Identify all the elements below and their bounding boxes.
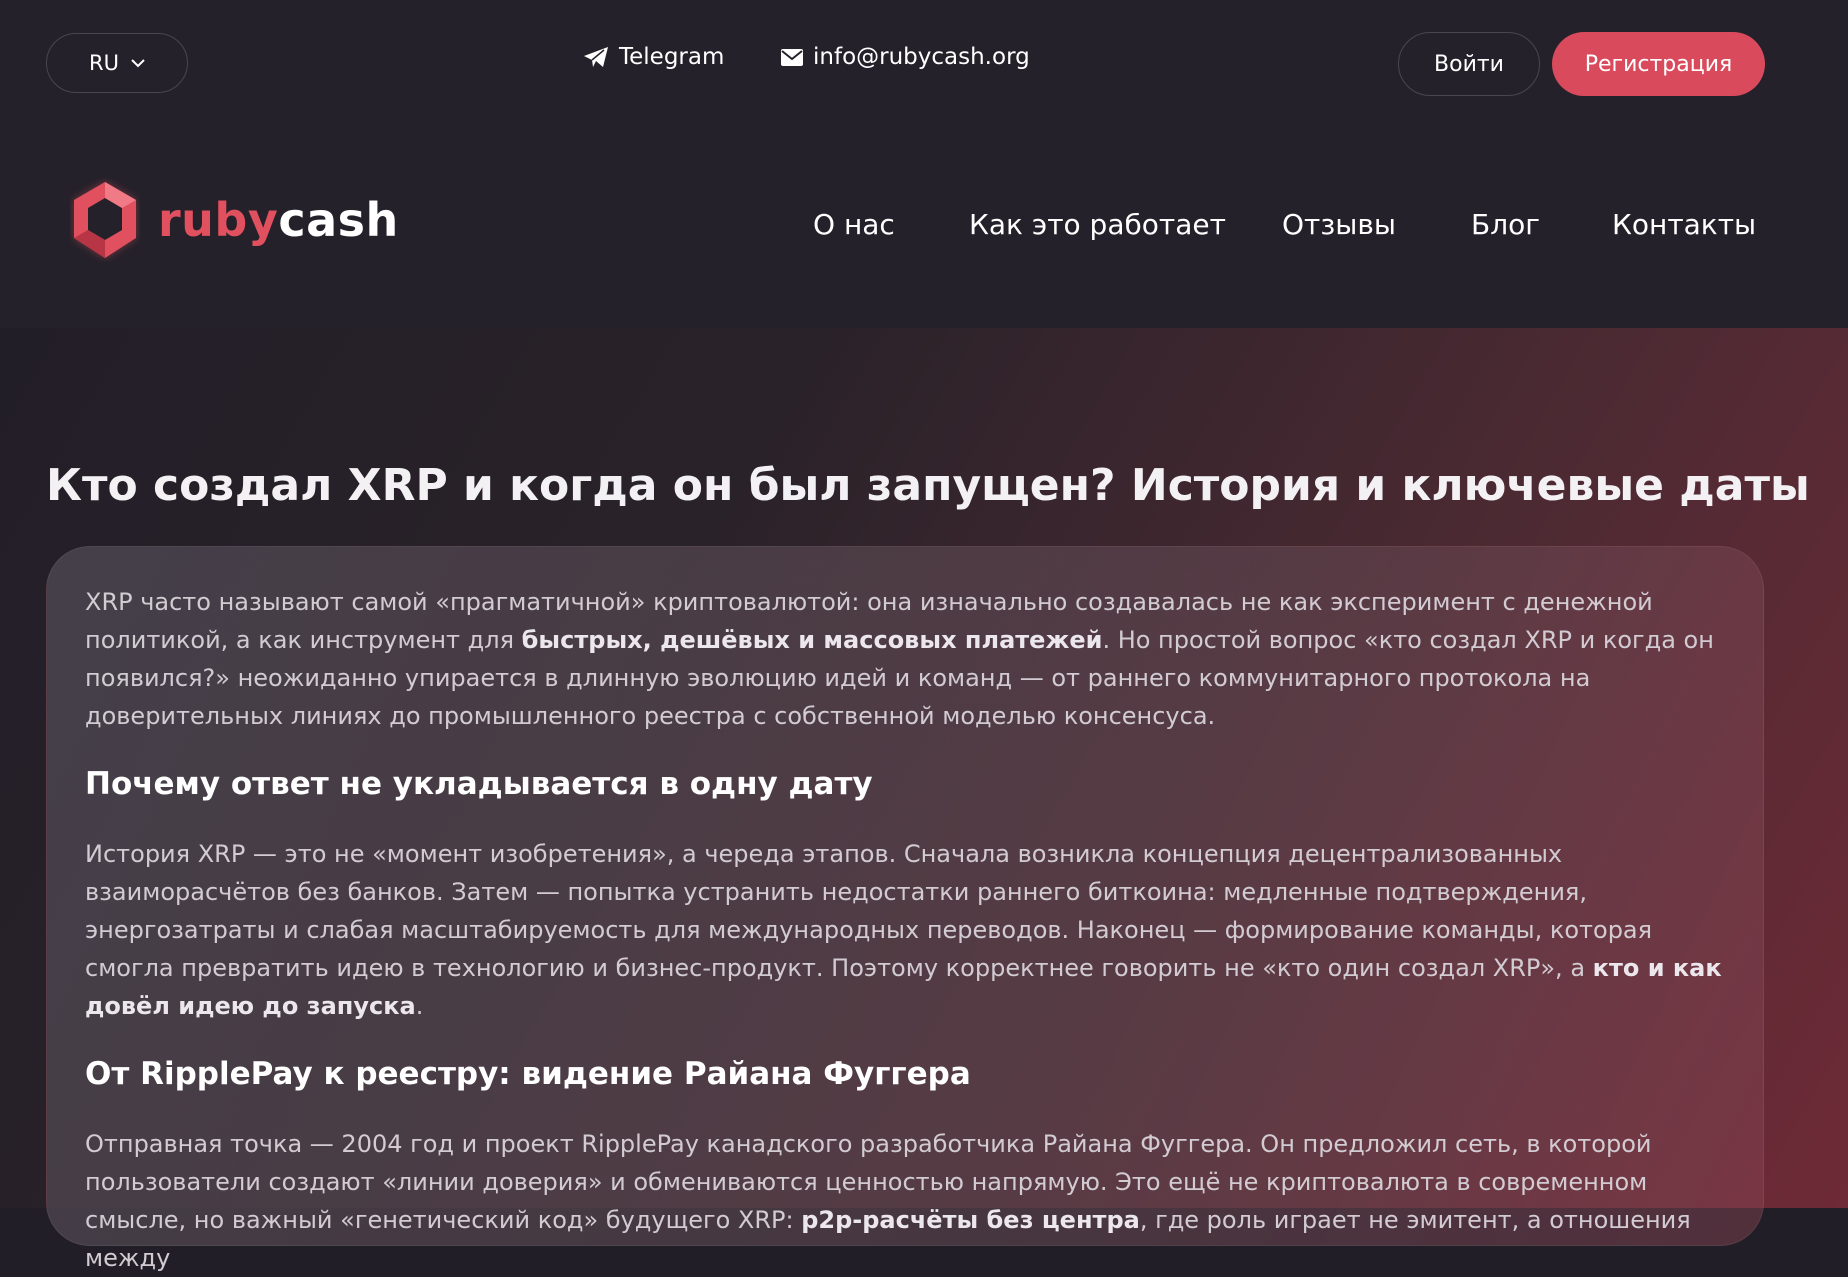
telegram-icon — [584, 47, 608, 67]
main-navbar: rubycash О нас Как это работает Отзывы Б… — [0, 128, 1848, 328]
email-link[interactable]: info@rubycash.org — [781, 44, 1030, 70]
section-1-text-c: . — [415, 992, 424, 1020]
section-1-paragraph: История XRP — это не «момент изобретения… — [85, 835, 1725, 1025]
nav-item-reviews[interactable]: Отзывы — [1282, 208, 1396, 241]
section-1-text-a: История XRP — это не «момент изобретения… — [85, 840, 1653, 982]
top-bar: RU Telegram info@rubycash.org Войти Реги… — [0, 0, 1848, 128]
nav-item-blog[interactable]: Блог — [1471, 208, 1540, 241]
page-title: Кто создал XRP и когда он был запущен? И… — [46, 460, 1810, 511]
language-selector[interactable]: RU — [46, 33, 188, 93]
article-section: Кто создал XRP и когда он был запущен? И… — [0, 328, 1848, 1272]
register-button[interactable]: Регистрация — [1552, 32, 1765, 96]
logo-text-cash: cash — [278, 193, 399, 247]
nav-item-contacts[interactable]: Контакты — [1612, 208, 1756, 241]
logo[interactable]: rubycash — [70, 178, 399, 262]
section-heading-1: Почему ответ не укладывается в одну дату — [85, 766, 873, 802]
nav-item-how-it-works[interactable]: Как это работает — [969, 208, 1226, 241]
section-heading-2: От RipplePay к реестру: видение Райана Ф… — [85, 1056, 971, 1092]
logo-text-ruby: ruby — [158, 193, 279, 247]
logo-text: rubycash — [158, 193, 399, 247]
section-2-highlight: p2p-расчёты без центра — [801, 1206, 1140, 1234]
section-2-paragraph: Отправная точка — 2004 год и проект Ripp… — [85, 1125, 1725, 1277]
article-card: XRP часто называют самой «прагматичной» … — [46, 546, 1764, 1272]
intro-paragraph: XRP часто называют самой «прагматичной» … — [85, 583, 1725, 735]
telegram-label: Telegram — [619, 44, 725, 70]
login-button[interactable]: Войти — [1398, 32, 1540, 96]
ruby-logo-icon — [74, 182, 136, 258]
email-label: info@rubycash.org — [813, 44, 1030, 70]
intro-highlight: быстрых, дешёвых и массовых платежей — [521, 626, 1103, 654]
mail-icon — [781, 48, 803, 66]
chevron-down-icon — [131, 58, 145, 67]
telegram-link[interactable]: Telegram — [583, 44, 724, 70]
language-label: RU — [89, 51, 119, 75]
nav-item-about[interactable]: О нас — [813, 208, 895, 241]
